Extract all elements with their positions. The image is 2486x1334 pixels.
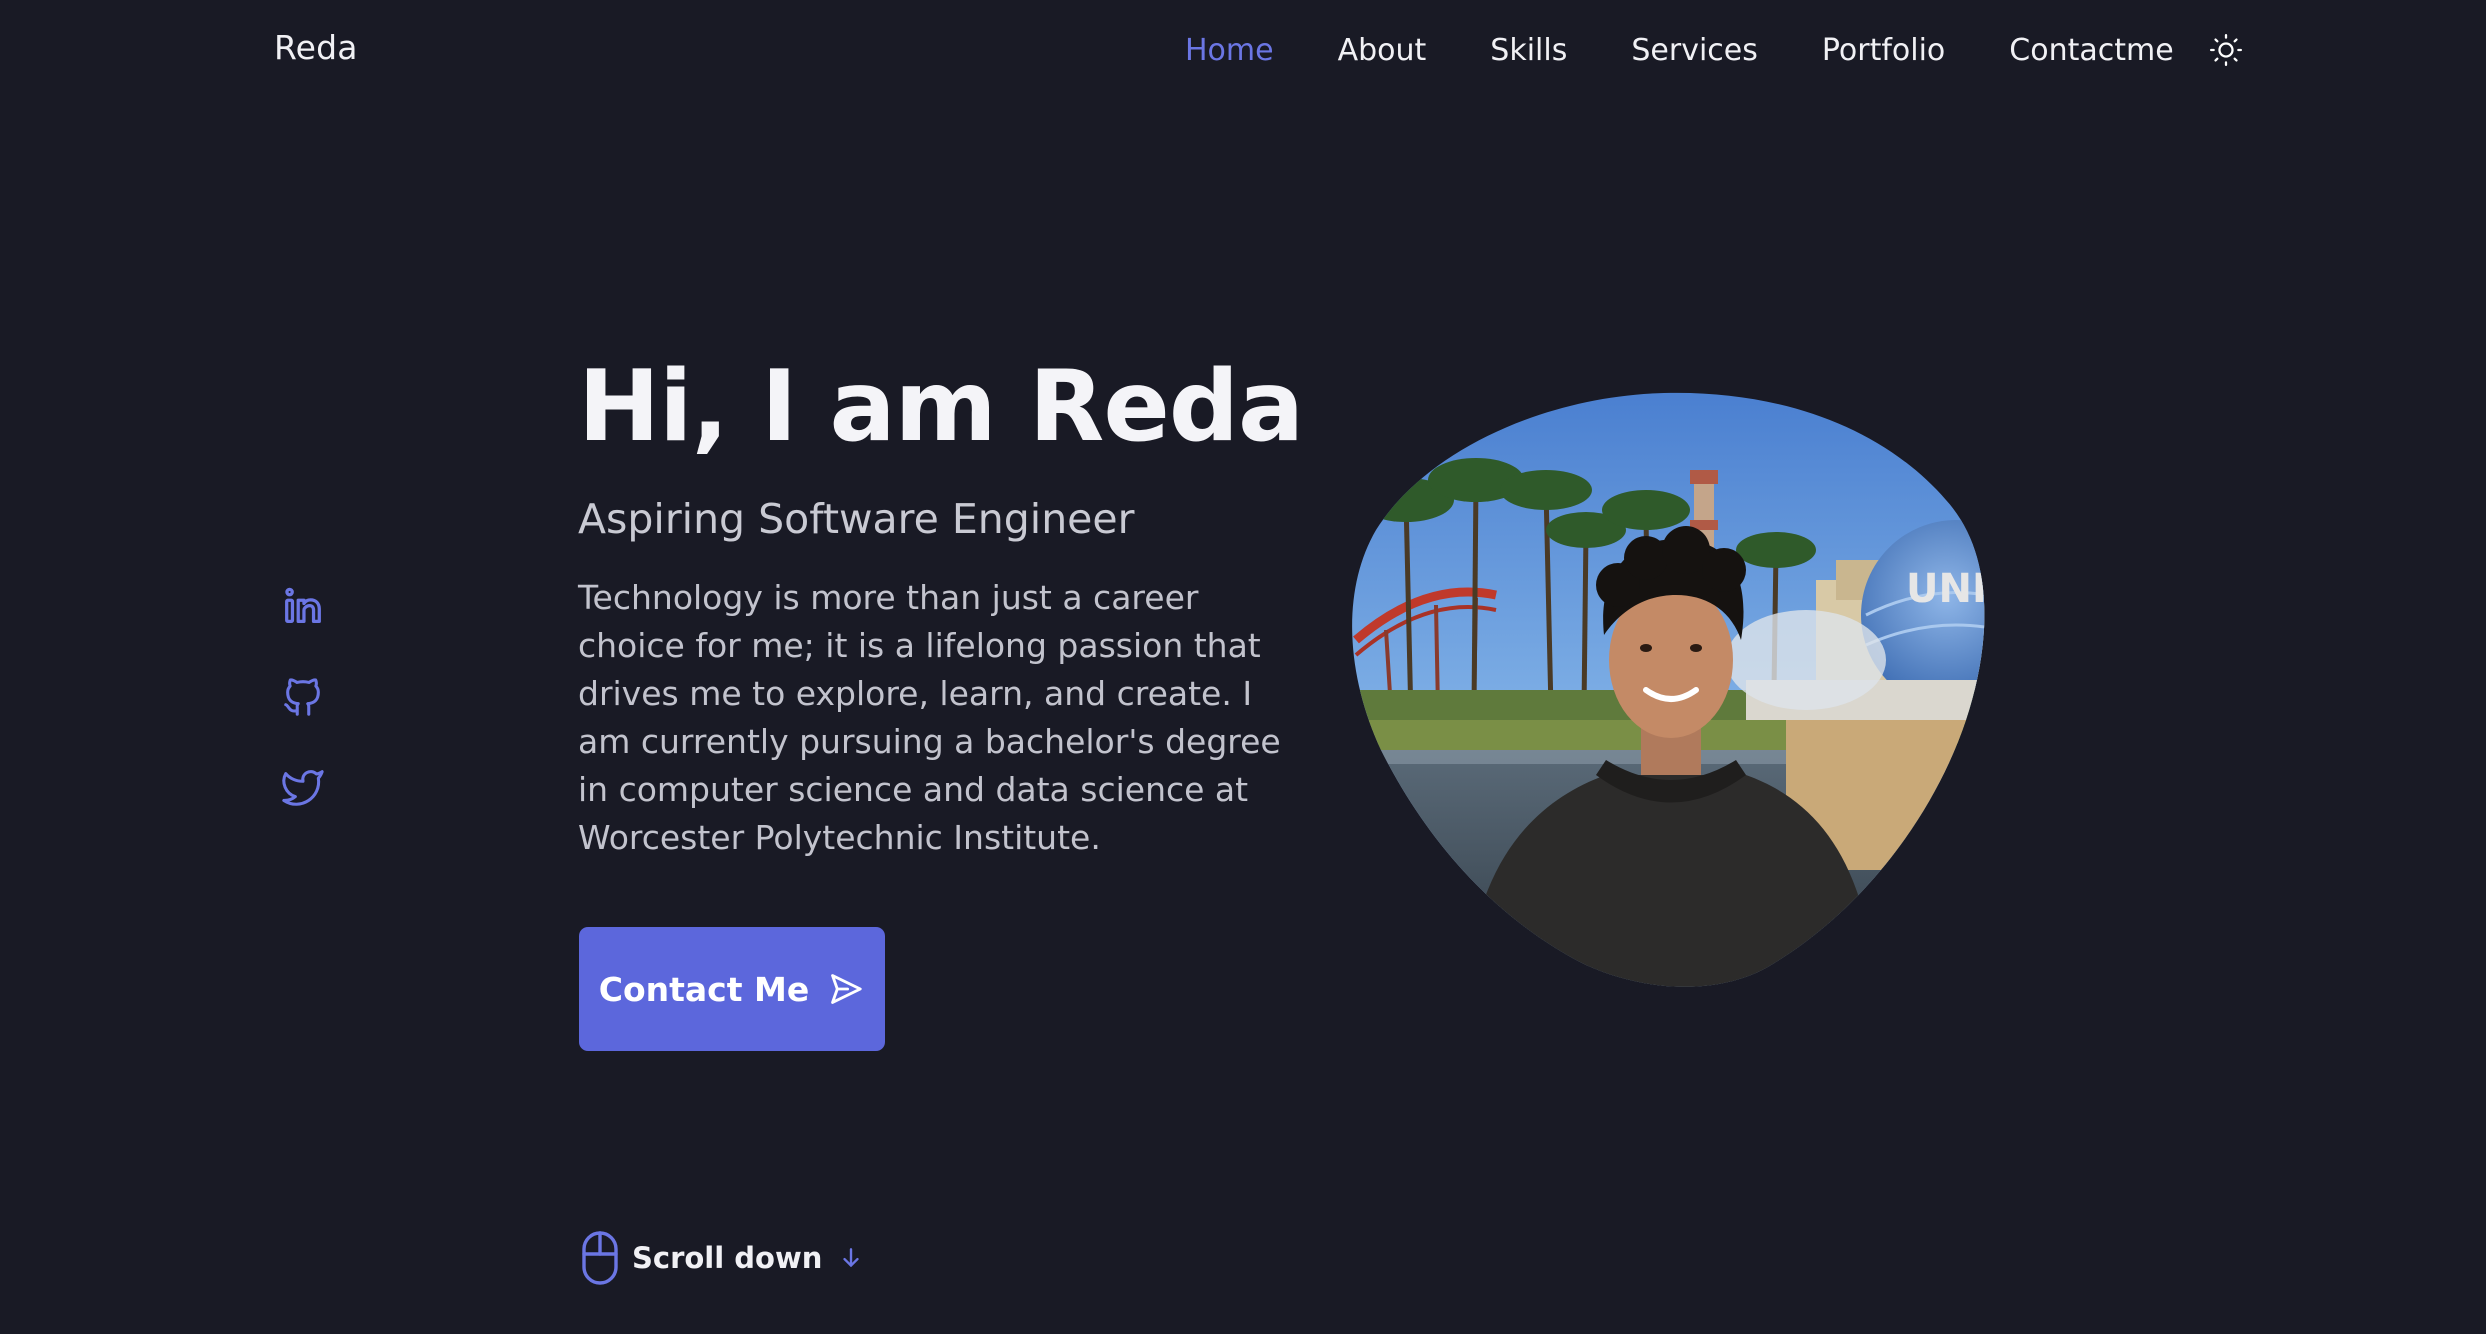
twitter-icon — [282, 770, 324, 806]
profile-photo: UNIV — [1346, 390, 1992, 990]
nav-contactme[interactable]: Contactme — [2009, 33, 2173, 68]
profile-photo-blob: UNIV — [1352, 392, 1992, 987]
site-header: Reda Home About Skills Services Portfoli… — [0, 0, 2486, 100]
scroll-down-label: Scroll down — [632, 1241, 823, 1275]
nav-services[interactable]: Services — [1631, 33, 1758, 68]
social-links — [280, 584, 326, 854]
nav-about[interactable]: About — [1338, 33, 1427, 68]
sun-icon — [2209, 33, 2242, 67]
globe-sign-text: UNIV — [1906, 566, 1992, 612]
arrow-down-icon — [843, 1248, 860, 1267]
contact-me-label: Contact Me — [598, 969, 810, 1009]
main-nav: Home About Skills Services Portfolio Con… — [1185, 28, 2244, 72]
send-icon — [831, 974, 862, 1004]
nav-home[interactable]: Home — [1185, 33, 1274, 68]
site-logo[interactable]: Reda — [274, 28, 358, 67]
theme-toggle-button[interactable] — [2208, 32, 2244, 68]
mouse-icon — [582, 1231, 618, 1285]
nav-portfolio[interactable]: Portfolio — [1822, 33, 1945, 68]
github-icon — [284, 678, 320, 716]
hero-subtitle: Aspiring Software Engineer — [578, 495, 1135, 543]
nav-skills[interactable]: Skills — [1490, 33, 1567, 68]
twitter-link[interactable] — [280, 764, 326, 810]
linkedin-icon — [285, 587, 321, 624]
scroll-down-link[interactable]: Scroll down — [580, 1230, 864, 1286]
github-link[interactable] — [280, 674, 326, 720]
hero-description: Technology is more than just a career ch… — [578, 578, 1281, 857]
hero-title: Hi, I am Reda — [578, 350, 1304, 464]
linkedin-link[interactable] — [280, 584, 326, 630]
contact-me-button[interactable]: Contact Me — [579, 927, 885, 1051]
